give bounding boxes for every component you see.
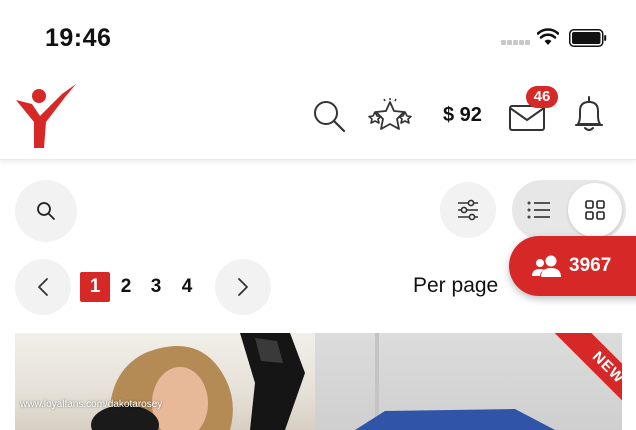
list-view-button[interactable] xyxy=(512,180,566,240)
stars-icon[interactable] xyxy=(366,98,414,134)
sliders-icon xyxy=(458,199,478,221)
search-icon[interactable] xyxy=(312,99,346,133)
list-icon xyxy=(527,201,550,219)
post-card[interactable]: www.loyalfans.com/dakotarosey NEW xyxy=(15,333,622,430)
filter-button[interactable] xyxy=(440,182,496,238)
status-bar: 19:46 xyxy=(0,0,636,76)
status-time: 19:46 xyxy=(45,24,112,52)
search-button[interactable] xyxy=(15,180,77,242)
grid-icon xyxy=(585,200,605,220)
chevron-right-icon xyxy=(238,278,248,296)
wallet-balance[interactable]: $ 92 xyxy=(443,104,482,127)
per-page-selector[interactable]: Per page xyxy=(413,274,498,298)
grid-view-button[interactable] xyxy=(568,183,622,237)
prev-page-button[interactable] xyxy=(15,259,71,315)
post-photo-left xyxy=(15,333,315,430)
top-navbar: $ 92 46 xyxy=(0,76,636,160)
page-2-button[interactable]: 2 xyxy=(111,272,141,302)
bell-icon[interactable] xyxy=(573,96,605,134)
followers-count: 3967 xyxy=(569,255,612,276)
followers-button[interactable]: 3967 xyxy=(509,236,636,296)
page-3-button[interactable]: 3 xyxy=(141,272,171,302)
next-page-button[interactable] xyxy=(215,259,271,315)
page-1-button[interactable]: 1 xyxy=(80,272,110,302)
users-icon xyxy=(532,255,561,277)
messages-badge: 46 xyxy=(526,86,558,108)
battery-icon xyxy=(569,29,607,47)
chevron-left-icon xyxy=(38,278,48,296)
page-4-button[interactable]: 4 xyxy=(172,272,202,302)
post-photo-illustration xyxy=(91,333,305,430)
brand-logo-icon[interactable] xyxy=(14,84,78,150)
watermark-text: www.loyalfans.com/dakotarosey xyxy=(20,399,163,410)
wifi-icon xyxy=(537,28,559,45)
search-icon xyxy=(37,202,55,220)
signal-icon xyxy=(501,40,531,46)
view-toggle xyxy=(512,180,626,240)
